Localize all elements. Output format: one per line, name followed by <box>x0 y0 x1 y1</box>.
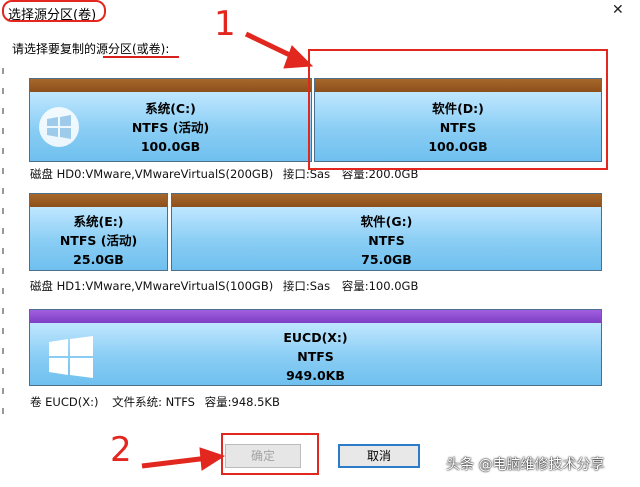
arrow-2-head <box>199 447 226 471</box>
arrow-2 <box>141 455 209 469</box>
watermark: 头条 @电脑维修技术分享 <box>446 457 605 473</box>
arrow-1-head <box>283 45 314 69</box>
annotation-arrows <box>141 31 314 471</box>
